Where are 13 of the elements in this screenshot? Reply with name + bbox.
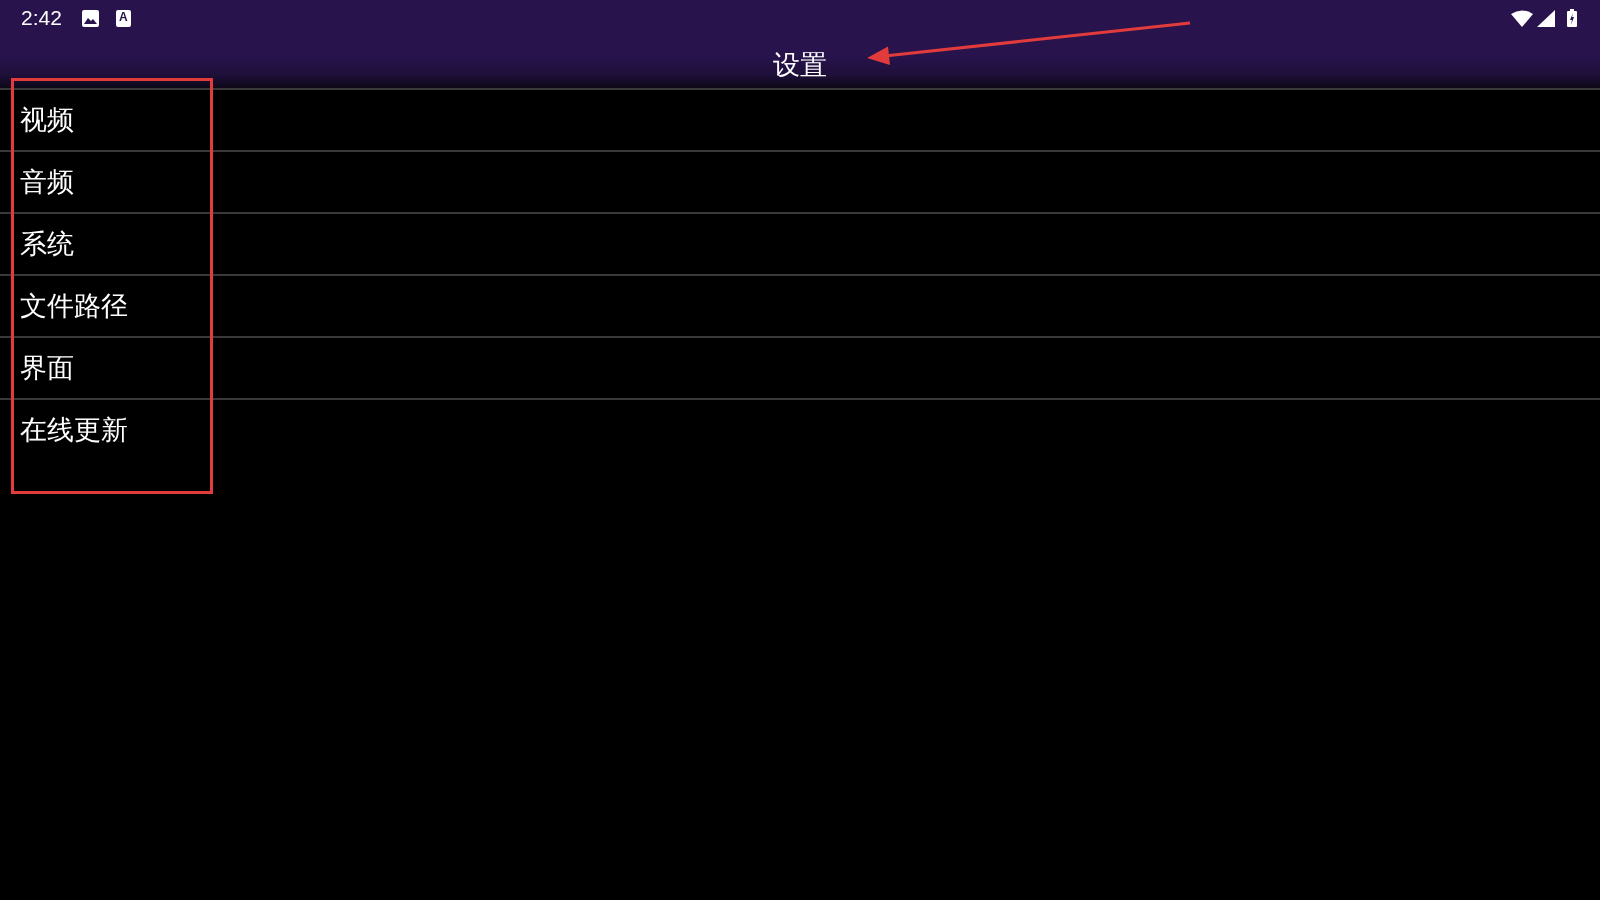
settings-list-item[interactable]: 界面 <box>0 336 1600 398</box>
settings-list-item[interactable]: 视频 <box>0 90 1600 150</box>
settings-list-item[interactable]: 在线更新 <box>0 398 1600 460</box>
battery-charging-icon <box>1567 9 1577 27</box>
settings-list-item[interactable]: 文件路径 <box>0 274 1600 336</box>
settings-list-item[interactable]: 系统 <box>0 212 1600 274</box>
status-time: 2:42 <box>21 6 62 30</box>
wifi-icon <box>1511 9 1533 27</box>
input-method-indicator: A <box>115 9 131 27</box>
settings-list-item[interactable]: 音频 <box>0 150 1600 212</box>
signal-icon <box>1537 9 1555 27</box>
screen-title: 设置 <box>773 47 827 82</box>
image-icon <box>81 9 99 27</box>
